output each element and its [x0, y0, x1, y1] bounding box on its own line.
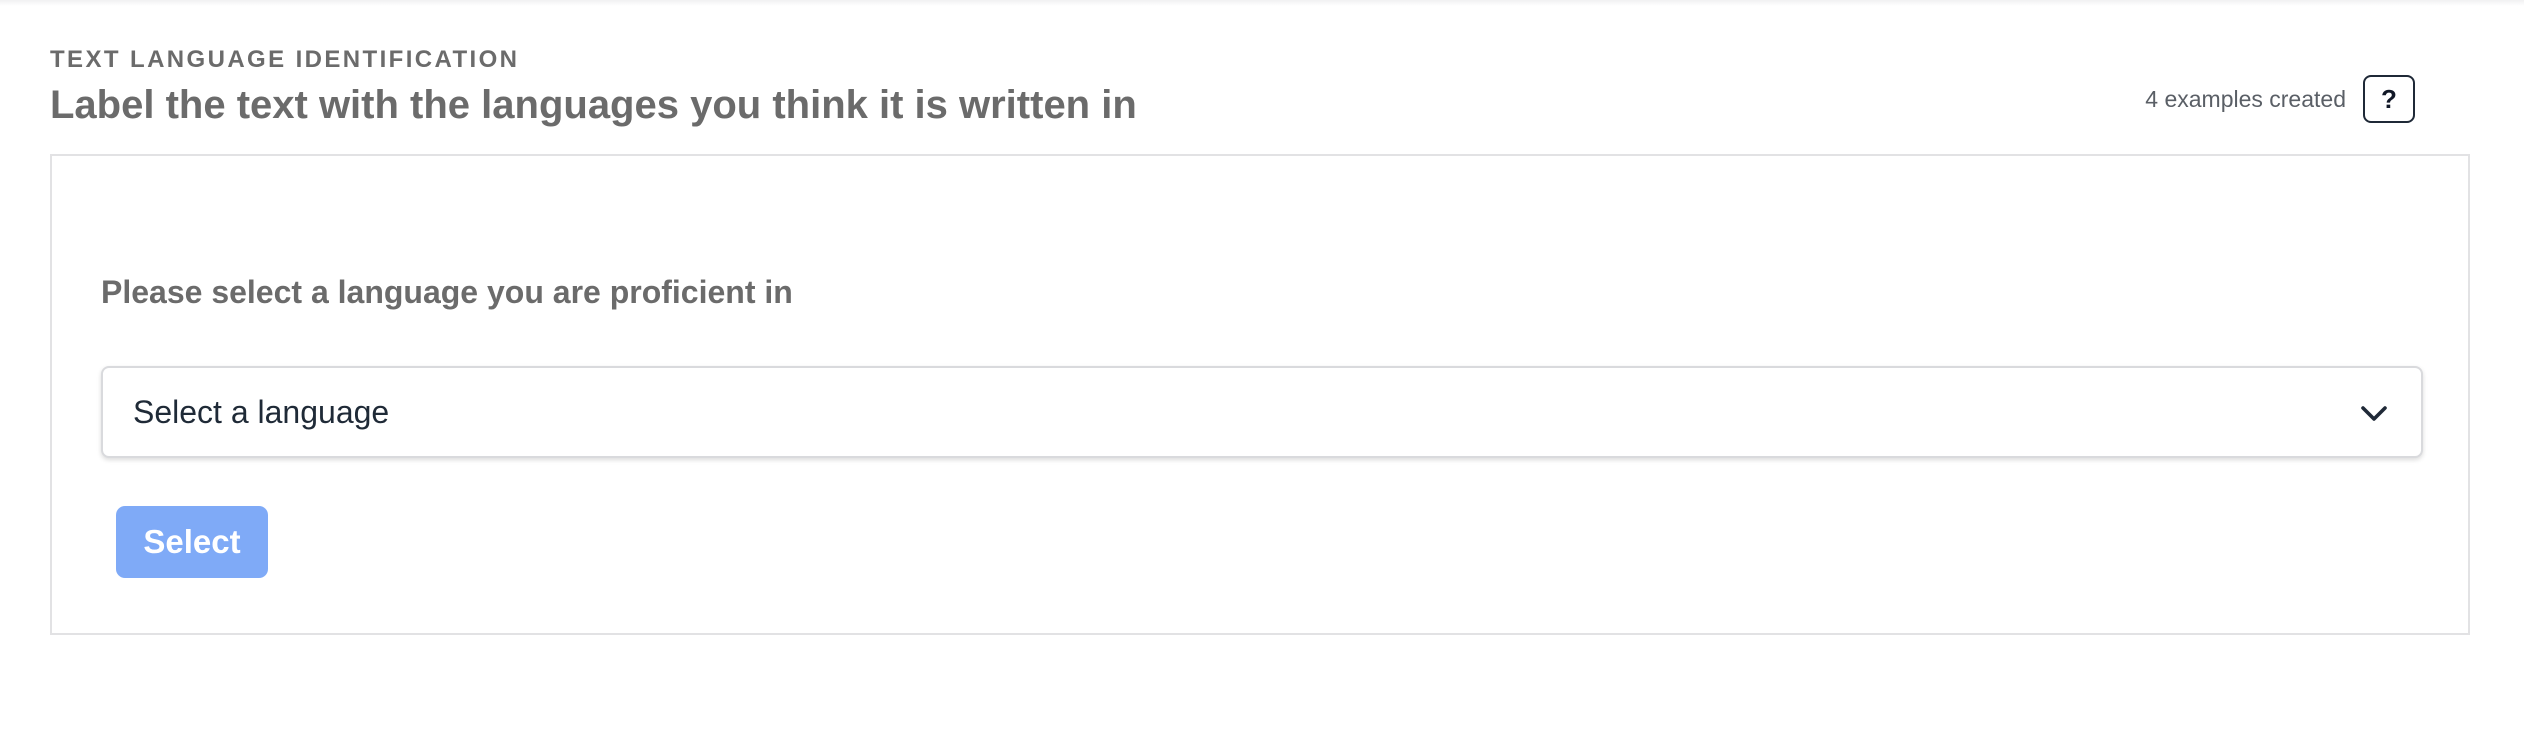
- page-title: Label the text with the languages you th…: [50, 83, 1137, 127]
- chevron-down-icon: [2361, 406, 2387, 421]
- language-selection-card: Please select a language you are profici…: [50, 154, 2470, 635]
- select-button[interactable]: Select: [116, 506, 268, 578]
- help-button[interactable]: ?: [2363, 75, 2415, 123]
- language-prompt-label: Please select a language you are profici…: [101, 274, 793, 310]
- language-select-value: Select a language: [133, 394, 390, 430]
- language-select[interactable]: Select a language: [101, 366, 2423, 458]
- examples-created-count: 4 examples created: [2145, 86, 2346, 112]
- help-question-icon: ?: [2381, 83, 2397, 114]
- task-category-label: TEXT LANGUAGE IDENTIFICATION: [50, 46, 520, 73]
- page: TEXT LANGUAGE IDENTIFICATION Label the t…: [0, 0, 2524, 734]
- top-divider: [0, 0, 2524, 6]
